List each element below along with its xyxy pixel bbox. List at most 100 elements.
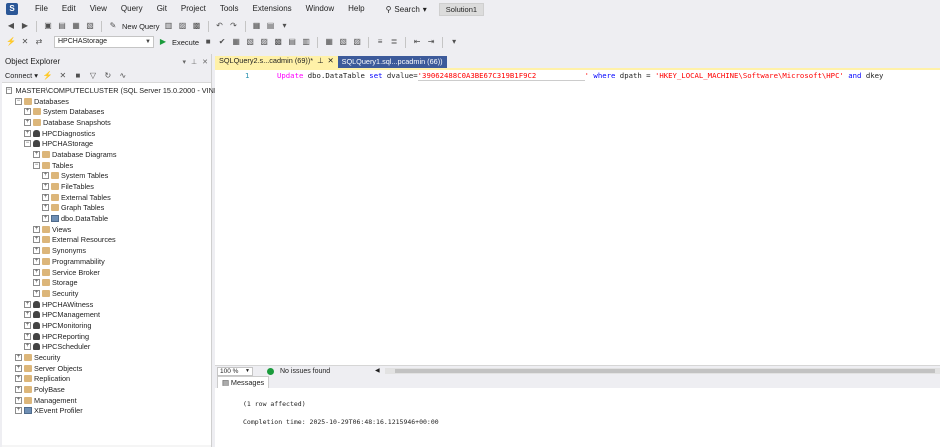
tree-node[interactable]: + Programmability [2,256,211,267]
expand-icon[interactable]: + [33,236,40,244]
tab-sqlquery2[interactable]: SQLQuery2.s...cadmin (69))* ⊥ ✕ [215,56,338,68]
tree-node[interactable]: + Security [2,352,211,363]
menu-extensions[interactable]: Extensions [246,0,299,18]
expand-icon[interactable]: + [33,268,40,276]
menu-file[interactable]: File [28,0,55,18]
estimated-plan-icon[interactable]: ▦ [231,37,241,47]
filter-icon[interactable]: ▽ [88,71,98,81]
include-plan-icon[interactable]: ▩ [273,37,283,47]
tree-node[interactable]: + Graph Tables [2,203,211,214]
expand-icon[interactable]: + [15,386,22,394]
tree-node[interactable]: + dbo.DataTable [2,213,211,224]
scrollbar-thumb[interactable] [395,369,935,373]
client-stats-icon[interactable]: ▥ [301,37,311,47]
execute-button[interactable]: Execute [172,38,199,47]
tree-node[interactable]: + HPCMonitoring [2,320,211,331]
uncomment-icon[interactable]: ≣ [389,37,399,47]
results-to-file-icon[interactable]: ▨ [352,37,362,47]
search-button[interactable]: ⚲ Search ▾ [380,5,433,14]
expand-icon[interactable]: + [42,204,49,212]
tree-node[interactable]: − Databases [2,96,211,107]
disconnect-icon[interactable]: ✕ [20,37,30,47]
expand-icon[interactable]: + [24,129,31,137]
registered-servers-icon[interactable]: ▤ [266,21,276,31]
expand-icon[interactable]: + [42,172,49,180]
expand-icon[interactable]: + [15,364,22,372]
tree-node[interactable]: + Storage [2,277,211,288]
results-to-grid-icon[interactable]: ▧ [338,37,348,47]
expand-icon[interactable]: + [24,332,31,340]
tree-node[interactable]: + Server Objects [2,363,211,374]
connect-icon[interactable]: ⚡ [6,37,16,47]
tree-node[interactable]: + PolyBase [2,384,211,395]
connect-button[interactable]: Connect ▾ [5,71,38,80]
tree-node[interactable]: + Service Broker [2,267,211,278]
tree-node[interactable]: + HPCReporting [2,331,211,342]
expand-icon[interactable]: + [33,289,40,297]
tab-sqlquery1[interactable]: SQLQuery1.sql...pcadmin (66)) [337,56,447,68]
change-connection-icon[interactable]: ⇄ [34,37,44,47]
redo-icon[interactable]: ↷ [229,21,239,31]
pin-icon[interactable]: ⊥ [317,55,323,67]
new-query-button[interactable]: New Query [122,22,160,31]
tree-node[interactable]: + HPCHAWitness [2,299,211,310]
menu-query[interactable]: Query [114,0,150,18]
decrease-indent-icon[interactable]: ⇤ [412,37,422,47]
collapse-icon[interactable]: − [24,140,31,148]
stop-icon[interactable]: ■ [73,71,83,81]
query-options-icon[interactable]: ▥ [164,21,174,31]
collapse-icon[interactable]: − [15,97,22,105]
tab-messages[interactable]: ▤ Messages [217,376,270,388]
tree-node[interactable]: + HPCDiagnostics [2,128,211,139]
tree-node[interactable]: + Management [2,395,211,406]
expand-icon[interactable]: + [33,247,40,255]
tree-node[interactable]: + Replication [2,374,211,385]
query-designer-icon[interactable]: ▨ [259,37,269,47]
collapse-icon[interactable]: − [6,86,12,94]
tree-node[interactable]: + Synonyms [2,245,211,256]
tree-node[interactable]: + Database Diagrams [2,149,211,160]
query-editor[interactable]: 1 Update dbo.DataTable set dvalue='39062… [215,70,940,365]
menu-view[interactable]: View [83,0,114,18]
menu-tools[interactable]: Tools [213,0,246,18]
menu-help[interactable]: Help [341,0,371,18]
back-icon[interactable]: ◀ [6,21,16,31]
expand-icon[interactable]: + [42,193,49,201]
analysis-icon[interactable]: ▨ [178,21,188,31]
comment-icon[interactable]: ≡ [375,37,385,47]
tree-node[interactable]: + External Tables [2,192,211,203]
menu-git[interactable]: Git [150,0,174,18]
save-icon[interactable]: ▦ [71,21,81,31]
tree-node[interactable]: + System Databases [2,106,211,117]
expand-icon[interactable]: + [15,354,22,362]
menu-window[interactable]: Window [299,0,341,18]
tree-node[interactable]: + External Resources [2,235,211,246]
specify-values-icon[interactable]: ▾ [449,37,459,47]
expand-icon[interactable]: + [24,118,31,126]
expand-icon[interactable]: + [24,343,31,351]
intellisense-icon[interactable]: ▧ [245,37,255,47]
horizontal-scrollbar[interactable] [385,368,940,374]
tree-node[interactable]: + System Tables [2,171,211,182]
scroll-left-icon[interactable]: ◀ [375,367,380,374]
menu-edit[interactable]: Edit [55,0,83,18]
expand-icon[interactable]: + [33,279,40,287]
live-stats-icon[interactable]: ▤ [287,37,297,47]
pin-icon[interactable]: ⊥ [191,58,197,66]
tree-node[interactable]: + XEvent Profiler [2,406,211,417]
save-all-icon[interactable]: ▧ [85,21,95,31]
tree-node[interactable]: + FileTables [2,181,211,192]
mdx-icon[interactable]: ▩ [192,21,202,31]
expand-icon[interactable]: + [42,215,49,223]
tree-node[interactable]: + HPCManagement [2,309,211,320]
activity-monitor-icon[interactable]: ▦ [252,21,262,31]
code-line[interactable]: Update dbo.DataTable set dvalue='3906248… [277,71,883,81]
cancel-query-icon[interactable]: ■ [203,37,213,47]
tree-node[interactable]: − MASTER\COMPUTECLUSTER (SQL Server 15.0.… [2,85,220,96]
results-to-text-icon[interactable]: ▦ [324,37,334,47]
expand-icon[interactable]: + [24,311,31,319]
expand-icon[interactable]: + [33,150,40,158]
new-project-icon[interactable]: ▣ [43,21,53,31]
close-icon[interactable]: ✕ [202,58,208,66]
expand-icon[interactable]: + [15,407,22,415]
